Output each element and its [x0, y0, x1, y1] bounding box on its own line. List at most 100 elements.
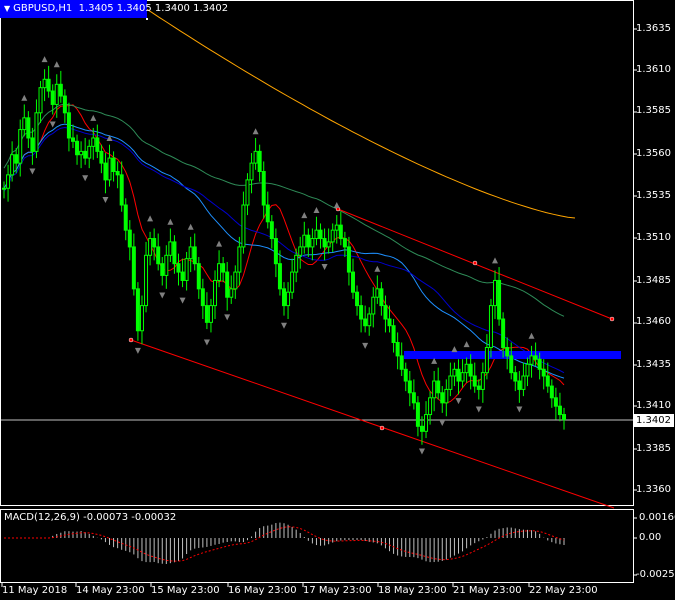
candle-body	[164, 254, 169, 276]
candle-body	[371, 296, 376, 315]
candle-body	[562, 414, 566, 421]
candle-body	[111, 157, 116, 172]
candle-body	[160, 263, 165, 276]
candle-body	[221, 263, 226, 273]
candle-body	[375, 288, 380, 298]
candle-body	[521, 375, 526, 390]
candle-body	[83, 150, 88, 159]
candle-body	[139, 305, 144, 332]
price-label: 1.3510	[636, 232, 671, 243]
macd-indicator-label: MACD(12,26,9) -0.00073 -0.00032	[4, 512, 177, 523]
candle-body	[286, 291, 291, 307]
price-label: 1.3585	[636, 105, 671, 116]
candle-body	[30, 137, 35, 152]
fractal-down-marker	[475, 406, 482, 413]
candle-body	[505, 347, 510, 357]
candle-body	[513, 372, 518, 382]
fractal-down-marker	[179, 297, 186, 304]
candle-body	[553, 397, 558, 407]
candle-body	[70, 137, 75, 142]
candle-body	[452, 368, 457, 377]
fractal-down-marker	[281, 322, 287, 329]
candle-body	[26, 117, 31, 139]
candle-body	[87, 145, 92, 159]
candle-body	[135, 288, 140, 332]
candle-body	[355, 291, 360, 307]
candle-body	[148, 238, 153, 256]
fractal-up-marker	[216, 240, 223, 247]
fractal-up-marker	[313, 207, 320, 214]
candle-body	[545, 375, 550, 387]
candle-body	[549, 385, 554, 399]
candle-body	[196, 263, 201, 290]
channel-anchor-point	[609, 316, 615, 322]
candle-body	[217, 263, 222, 281]
candle-body	[290, 271, 295, 293]
candle-body	[399, 355, 404, 370]
candle-body	[188, 246, 193, 260]
candle-body	[350, 271, 355, 293]
price-label: 1.3560	[636, 148, 671, 159]
time-label: 21 May 23:00	[453, 585, 522, 596]
candle-body	[529, 355, 534, 365]
time-label: 16 May 23:00	[228, 585, 297, 596]
fractal-down-marker	[134, 347, 141, 354]
candle-body	[200, 288, 205, 307]
candle-body	[440, 392, 445, 404]
candle-body	[322, 238, 327, 248]
time-label: 22 May 23:00	[529, 585, 598, 596]
fractal-up-marker	[167, 218, 174, 225]
candle-body	[387, 318, 392, 327]
triangle-down-icon[interactable]: ▼	[4, 0, 10, 18]
candle-body	[464, 363, 469, 374]
fractal-up-marker	[41, 56, 48, 63]
candle-body	[253, 150, 258, 164]
candle-body	[363, 318, 368, 327]
fractal-down-marker	[224, 314, 231, 321]
fractal-down-marker	[439, 419, 446, 426]
chart-window[interactable]: ▼ GBPUSD,H1 1.3405 1.3405 1.3400 1.3402 1…	[0, 0, 675, 600]
fractal-up-marker	[187, 223, 194, 230]
price-label: 1.3460	[636, 316, 671, 327]
candle-body	[318, 229, 323, 240]
price-label: 1.3360	[636, 484, 671, 495]
fractal-down-marker	[29, 168, 36, 175]
candle-body	[257, 150, 262, 172]
price-label: 1.3535	[636, 190, 671, 201]
candle-body	[79, 150, 84, 156]
fractal-up-marker	[301, 212, 308, 219]
ma-mid2-line	[3, 126, 565, 374]
candle-body	[156, 246, 161, 265]
fractal-up-marker	[90, 114, 97, 121]
candle-body	[342, 238, 347, 248]
candle-body	[58, 83, 63, 97]
candle-body	[302, 234, 307, 248]
candle-body	[131, 246, 136, 290]
macd-axis-label: 0.00	[639, 532, 662, 543]
candle-body	[488, 305, 493, 349]
channel-anchor-point	[128, 337, 134, 343]
candle-body	[119, 174, 124, 206]
candle-body	[172, 241, 177, 265]
symbol-header[interactable]: ▼ GBPUSD,H1 1.3405 1.3405 1.3400 1.3402	[0, 0, 228, 18]
candle-body	[249, 162, 254, 181]
candle-body	[184, 258, 189, 281]
candle-body	[75, 140, 80, 156]
candle-body	[18, 129, 23, 164]
fractal-down-marker	[455, 398, 462, 405]
candle-body	[395, 341, 400, 357]
candle-body	[261, 170, 266, 206]
candle-body	[168, 241, 173, 256]
candle-body	[277, 263, 282, 290]
candle-body	[557, 405, 562, 416]
candle-body	[468, 363, 473, 377]
candle-body	[265, 204, 270, 223]
candle-body	[99, 150, 104, 164]
candle-body	[415, 402, 420, 427]
candle-body	[46, 78, 51, 92]
fractal-up-marker	[21, 94, 28, 101]
candle-body	[501, 318, 506, 349]
candle-body	[6, 174, 11, 189]
price-chart[interactable]	[0, 0, 675, 600]
candle-body	[517, 380, 522, 390]
